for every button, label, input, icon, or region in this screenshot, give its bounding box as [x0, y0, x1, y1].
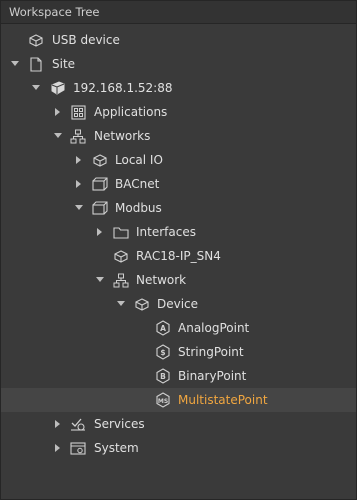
tree-item-modbus[interactable]: Modbus [1, 196, 356, 220]
binary-point-icon: B [154, 367, 172, 385]
expand-arrow-icon[interactable] [116, 292, 126, 316]
tree-item-label: Modbus [115, 201, 162, 215]
tree-item-label: BACnet [115, 177, 160, 191]
tree-item-analog-point[interactable]: A AnalogPoint [1, 316, 356, 340]
protocol-icon [91, 199, 109, 217]
collapsed-arrow-icon[interactable] [74, 148, 84, 172]
controller-icon [49, 79, 67, 97]
collapsed-arrow-icon[interactable] [53, 100, 63, 124]
tree-item-label: StringPoint [178, 345, 244, 359]
tree-item-label: System [94, 441, 139, 455]
workspace-tree: USB device Site 192.168.1.52:88 Applicat… [1, 28, 356, 460]
device-icon [133, 295, 151, 313]
tree-item-label: MultistatePoint [178, 393, 268, 407]
folder-icon [112, 223, 130, 241]
tree-item-label: Device [157, 297, 199, 311]
tree-item-label: Interfaces [136, 225, 196, 239]
page-icon [27, 55, 45, 73]
tree-item-binary-point[interactable]: B BinaryPoint [1, 364, 356, 388]
tree-item-label: Services [94, 417, 145, 431]
tree-item-label: Network [136, 273, 187, 287]
system-icon [69, 439, 87, 457]
tree-item-string-point[interactable]: $ StringPoint [1, 340, 356, 364]
tree-item-networks[interactable]: Networks [1, 124, 356, 148]
expand-arrow-icon[interactable] [31, 76, 41, 100]
tree-item-label: Applications [94, 105, 168, 119]
network-icon [69, 127, 87, 145]
tree-item-label: BinaryPoint [178, 369, 247, 383]
expand-arrow-icon[interactable] [53, 124, 63, 148]
tree-item-label: AnalogPoint [178, 321, 250, 335]
collapsed-arrow-icon[interactable] [53, 436, 63, 460]
collapsed-arrow-icon[interactable] [53, 412, 63, 436]
tree-item-rac18[interactable]: RAC18-IP_SN4 [1, 244, 356, 268]
tree-item-label: Networks [94, 129, 151, 143]
tree-item-bacnet[interactable]: BACnet [1, 172, 356, 196]
tree-item-system[interactable]: System [1, 436, 356, 460]
multistate-point-icon: MS [154, 391, 172, 409]
applications-icon [69, 103, 87, 121]
tree-item-device[interactable]: Device [1, 292, 356, 316]
tree-item-applications[interactable]: Applications [1, 100, 356, 124]
workspace-tree-panel: Workspace Tree USB device Site 192.168.1… [0, 0, 357, 500]
tree-item-local-io[interactable]: Local IO [1, 148, 356, 172]
tree-item-site[interactable]: Site [1, 52, 356, 76]
tree-item-multistate-point[interactable]: MS MultistatePoint [1, 388, 356, 412]
network-icon [112, 271, 130, 289]
controller-icon [112, 247, 130, 265]
tree-item-usb-device[interactable]: USB device [1, 28, 356, 52]
protocol-icon [91, 175, 109, 193]
svg-text:A: A [160, 324, 166, 333]
analog-point-icon: A [154, 319, 172, 337]
expand-arrow-icon[interactable] [74, 196, 84, 220]
svg-text:MS: MS [158, 398, 168, 405]
tree-item-label: 192.168.1.52:88 [73, 81, 173, 95]
panel-title: Workspace Tree [1, 1, 356, 24]
services-icon [69, 415, 87, 433]
tree-item-label: RAC18-IP_SN4 [136, 249, 221, 263]
expand-arrow-icon[interactable] [10, 52, 20, 76]
tree-item-ip[interactable]: 192.168.1.52:88 [1, 76, 356, 100]
string-point-icon: $ [154, 343, 172, 361]
tree-item-services[interactable]: Services [1, 412, 356, 436]
tree-item-label: Site [52, 57, 76, 71]
tree-item-network[interactable]: Network [1, 268, 356, 292]
collapsed-arrow-icon[interactable] [95, 220, 105, 244]
tree-item-label: USB device [52, 33, 120, 47]
tree-item-label: Local IO [115, 153, 163, 167]
svg-text:B: B [160, 372, 166, 381]
usb-device-icon [27, 31, 45, 49]
collapsed-arrow-icon[interactable] [74, 172, 84, 196]
io-module-icon [91, 151, 109, 169]
tree-item-interfaces[interactable]: Interfaces [1, 220, 356, 244]
svg-text:$: $ [160, 348, 165, 357]
expand-arrow-icon[interactable] [95, 268, 105, 292]
